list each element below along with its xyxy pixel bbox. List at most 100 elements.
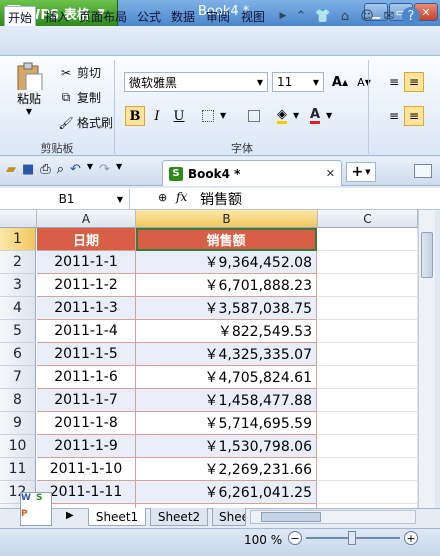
empty-cell[interactable] <box>318 297 418 320</box>
column-header-a[interactable]: A <box>37 210 136 228</box>
grow-font-button[interactable]: A ▲ <box>330 72 350 92</box>
fill-color-button[interactable]: ◈ <box>272 106 292 126</box>
date-cell[interactable]: 2011-1-3 <box>37 297 136 320</box>
tab-review[interactable]: 审阅 <box>203 6 233 26</box>
mail-icon[interactable]: ✉ <box>380 7 398 25</box>
row-header[interactable]: 2 <box>0 251 36 274</box>
bold-button[interactable]: B <box>125 106 145 126</box>
header-cell-date[interactable]: 日期 <box>37 228 136 251</box>
tab-formula[interactable]: 公式 <box>134 6 164 26</box>
font-color-button[interactable]: A <box>305 106 325 126</box>
italic-button[interactable]: I <box>147 106 167 126</box>
sales-cell[interactable]: ￥6,261,041.25 <box>136 481 317 504</box>
sales-cell[interactable]: ￥4,325,335.07 <box>136 343 317 366</box>
arrow-up-icon[interactable]: ⌃ <box>292 7 310 25</box>
date-cell[interactable]: 2011-1-2 <box>37 274 136 297</box>
panel-toggle-icon[interactable] <box>414 164 432 178</box>
empty-cell[interactable] <box>318 274 418 297</box>
sales-cell[interactable]: ￥1,458,477.88 <box>136 389 317 412</box>
row-header[interactable]: 4 <box>0 297 36 320</box>
shirt-icon[interactable]: 👕 <box>314 7 332 25</box>
chevron-down-icon[interactable]: ▼ <box>293 111 299 120</box>
column-header-b[interactable]: B <box>136 210 318 228</box>
home-icon[interactable]: ⌂ <box>336 7 354 25</box>
empty-cell[interactable] <box>318 389 418 412</box>
empty-cell[interactable] <box>318 481 418 504</box>
empty-cell[interactable] <box>318 435 418 458</box>
tab-insert[interactable]: 插入 <box>42 6 72 26</box>
tab-view[interactable]: 视图 <box>238 6 268 26</box>
sales-cell[interactable]: ￥5,714,695.59 <box>136 412 317 435</box>
tab-home[interactable]: 开始 <box>4 6 37 26</box>
font-size-select[interactable]: 11 ▼ <box>272 72 324 92</box>
row-header[interactable]: 3 <box>0 274 36 297</box>
zoom-out-button[interactable]: − <box>288 531 302 545</box>
save-icon[interactable]: ■ <box>22 162 34 177</box>
chevron-down-icon[interactable]: ▼ <box>220 111 226 120</box>
row-header[interactable]: 11 <box>0 458 36 481</box>
select-all-corner[interactable] <box>0 210 37 228</box>
align-center-button[interactable]: ≡ <box>404 72 424 92</box>
empty-cell[interactable] <box>318 251 418 274</box>
header-cell-sales[interactable]: 销售额 <box>136 228 317 251</box>
row-header[interactable]: 10 <box>0 435 36 458</box>
date-cell[interactable]: 2011-1-10 <box>37 458 136 481</box>
next-sheet-icon[interactable]: ▶ <box>66 510 74 521</box>
cut-button[interactable]: ✂ 剪切 <box>58 64 101 81</box>
horizontal-scrollbar[interactable] <box>250 510 416 524</box>
open-icon[interactable]: ▰ <box>6 162 16 177</box>
tab-page-layout[interactable]: 页面布局 <box>76 6 130 26</box>
formula-input[interactable]: 销售额 <box>200 189 242 209</box>
align-left-button[interactable]: ≡ <box>384 72 404 92</box>
empty-cell[interactable] <box>318 320 418 343</box>
zoom-slider-handle[interactable] <box>348 531 356 545</box>
print-icon[interactable]: ⎙ <box>40 162 50 177</box>
underline-button[interactable]: U <box>169 106 189 126</box>
redo-icon[interactable]: ↷ <box>99 162 110 177</box>
sales-cell[interactable]: ￥4,705,824.61 <box>136 366 317 389</box>
close-icon[interactable]: ✕ <box>326 167 335 180</box>
user-icon[interactable]: ☺ <box>358 7 376 25</box>
sales-cell[interactable]: ￥2,269,231.66 <box>136 458 317 481</box>
merge-button[interactable] <box>244 106 264 126</box>
date-cell[interactable]: 2011-1-9 <box>37 435 136 458</box>
align-right-button[interactable]: ≡ <box>404 106 424 126</box>
scrollbar-thumb[interactable] <box>261 512 321 522</box>
empty-cell[interactable] <box>318 343 418 366</box>
tab-book4[interactable]: S Book4 * ✕ <box>162 160 342 186</box>
more-tabs-icon[interactable]: ▶ <box>274 7 292 25</box>
row-header[interactable]: 7 <box>0 366 36 389</box>
format-painter-button[interactable]: 🖌 格式刷 <box>58 114 113 131</box>
row-header[interactable]: 5 <box>0 320 36 343</box>
date-cell[interactable]: 2011-1-1 <box>37 251 136 274</box>
function-icon[interactable]: fx <box>176 190 187 204</box>
chevron-down-icon[interactable]: ▼ <box>116 162 122 177</box>
date-cell[interactable]: 2011-1-4 <box>37 320 136 343</box>
name-box[interactable]: B1 ▼ <box>4 189 130 209</box>
copy-button[interactable]: ⧉ 复制 <box>58 89 101 106</box>
empty-cell[interactable] <box>318 228 418 251</box>
empty-cell[interactable] <box>318 412 418 435</box>
new-tab-button[interactable]: + ▼ <box>346 162 376 182</box>
tab-sheet1[interactable]: Sheet1 <box>88 508 146 526</box>
column-header-c[interactable]: C <box>318 210 418 228</box>
help-icon[interactable]: ? <box>402 7 420 25</box>
align-justify-button[interactable]: ≡ <box>384 106 404 126</box>
shrink-font-button[interactable]: A▼ <box>354 72 374 92</box>
row-header[interactable]: 6 <box>0 343 36 366</box>
borders-button[interactable] <box>198 106 218 126</box>
date-cell[interactable]: 2011-1-7 <box>37 389 136 412</box>
row-header[interactable]: 8 <box>0 389 36 412</box>
empty-cell[interactable] <box>318 366 418 389</box>
date-cell[interactable]: 2011-1-5 <box>37 343 136 366</box>
tab-sheet2[interactable]: Sheet2 <box>150 508 208 526</box>
tab-sheet3[interactable]: Sheet3 <box>212 508 246 526</box>
chevron-down-icon[interactable]: ▼ <box>87 162 93 177</box>
wps-floating-icon[interactable]: WSP <box>20 492 52 526</box>
vertical-scrollbar[interactable] <box>418 210 435 508</box>
zoom-to-cell-icon[interactable]: ⊕ <box>158 191 167 204</box>
date-cell[interactable]: 2011-1-8 <box>37 412 136 435</box>
scrollbar-thumb[interactable] <box>421 232 433 278</box>
font-name-select[interactable]: 微软雅黑 ▼ <box>124 72 268 92</box>
zoom-in-button[interactable]: + <box>404 531 418 545</box>
